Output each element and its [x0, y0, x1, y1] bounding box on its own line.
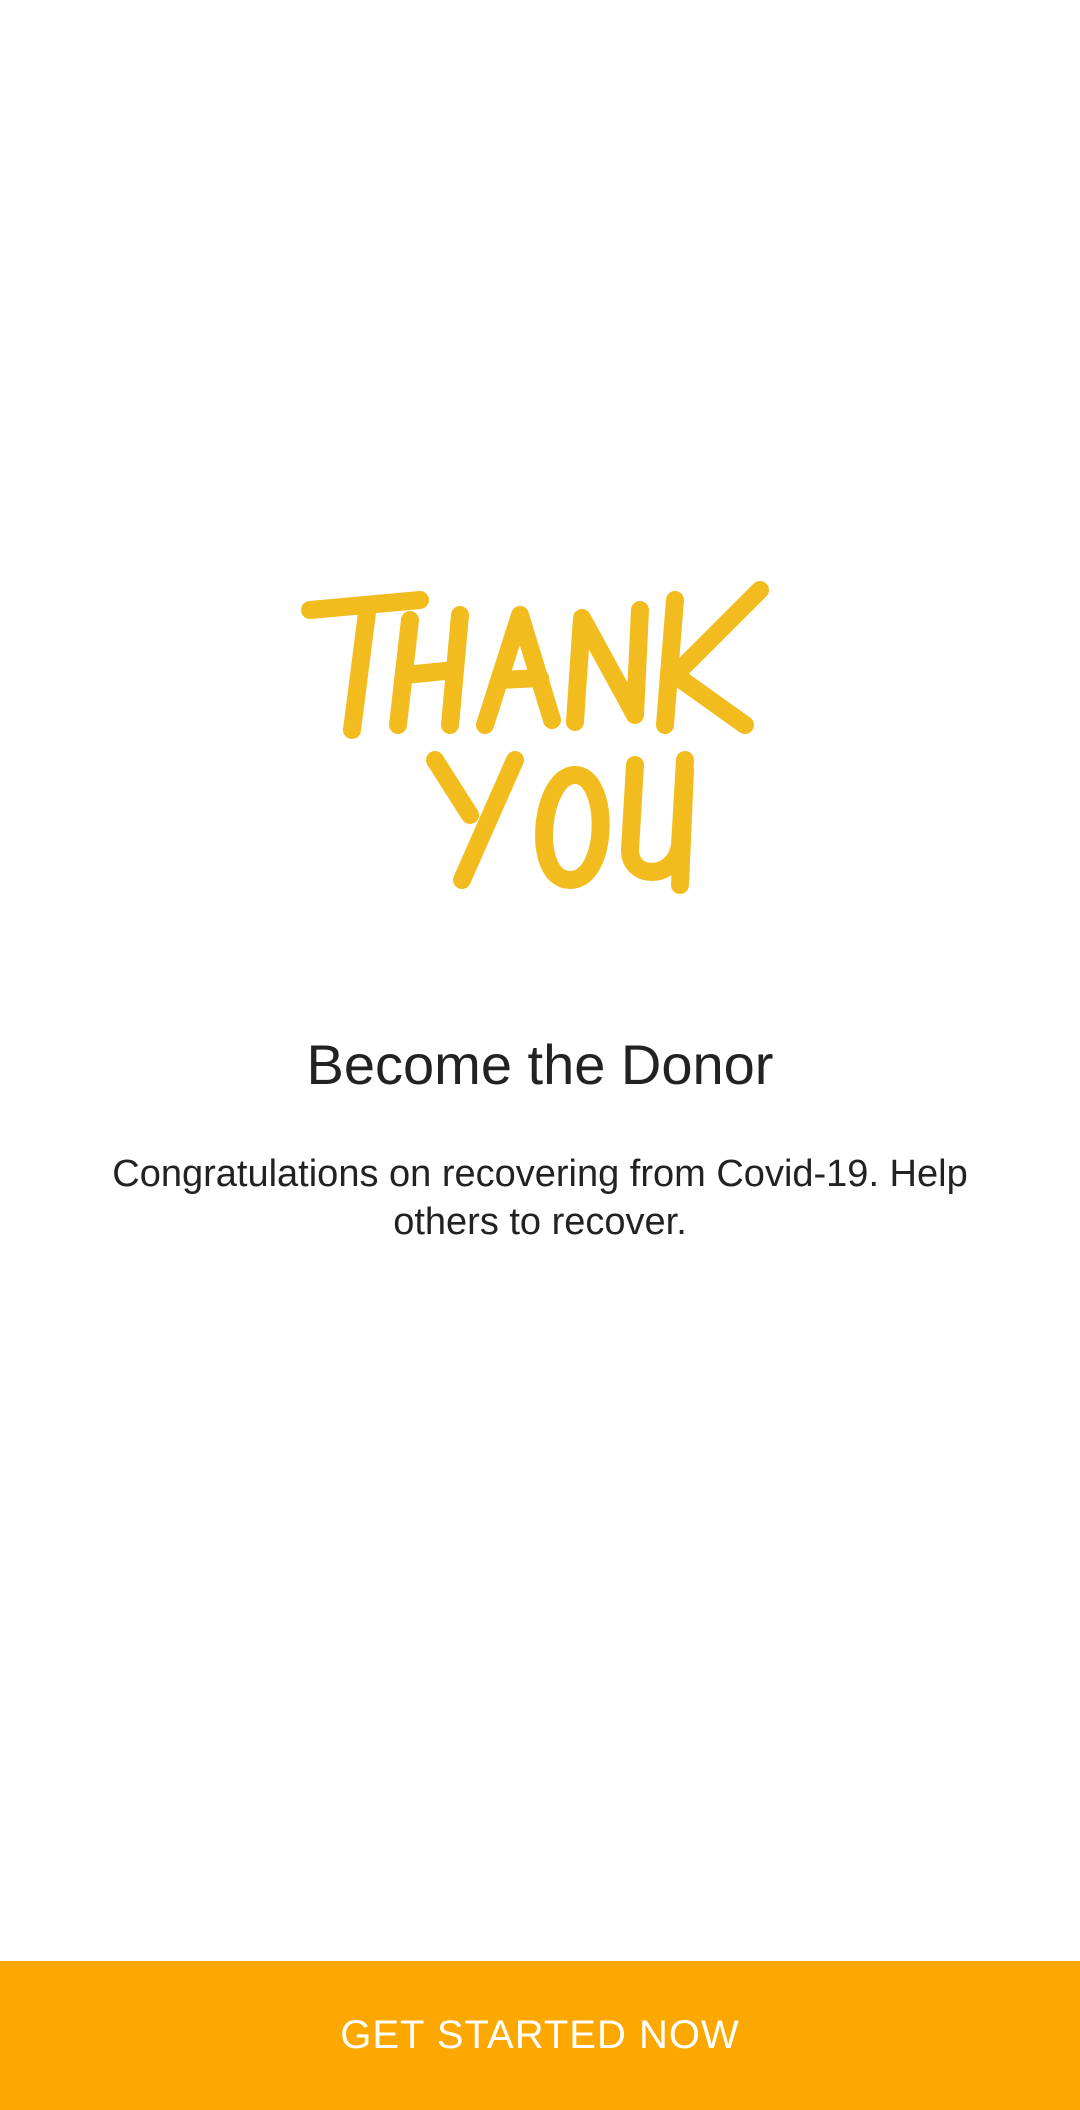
onboarding-screen: Become the Donor Congratulations on reco… — [0, 0, 1080, 2110]
get-started-button[interactable]: GET STARTED NOW — [0, 1961, 1080, 2110]
page-title: Become the Donor — [306, 1033, 774, 1096]
thank-you-illustration — [290, 560, 810, 920]
thank-you-lettering — [301, 581, 769, 894]
page-subtitle: Congratulations on recovering from Covid… — [112, 1153, 968, 1243]
